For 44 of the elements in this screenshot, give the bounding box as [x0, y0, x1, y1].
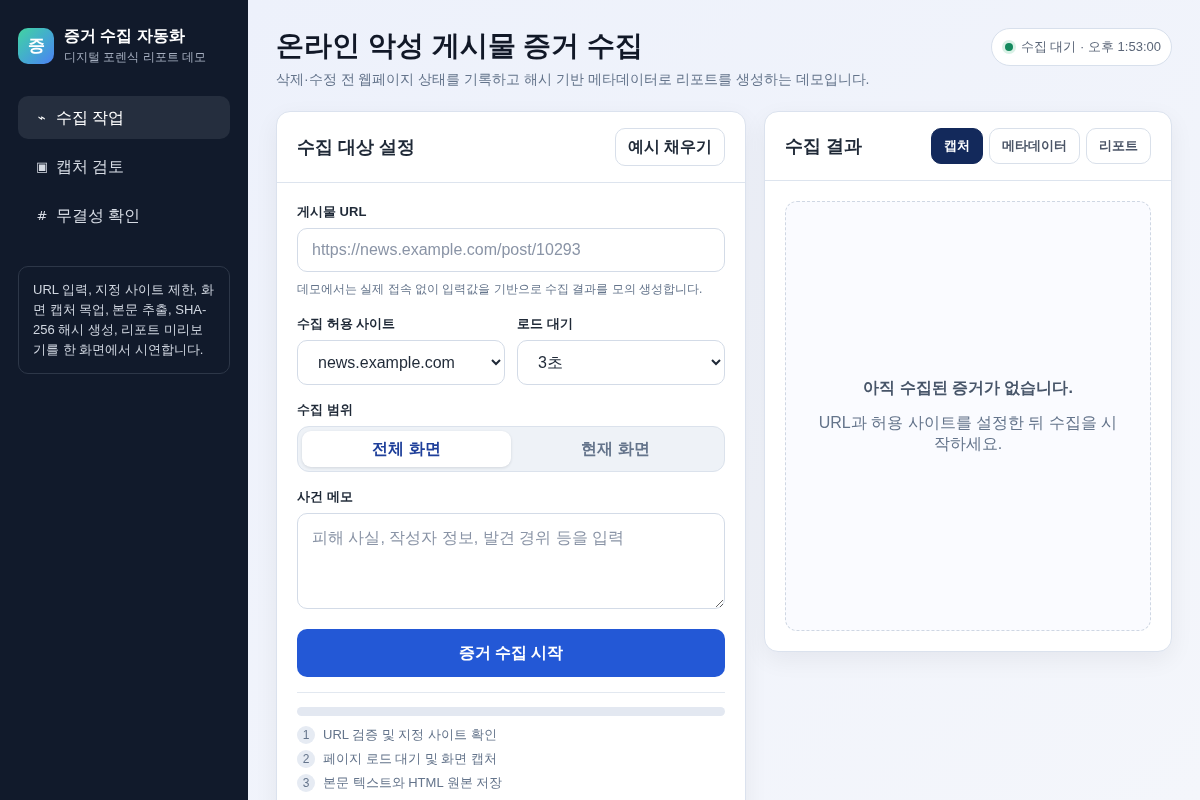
hash-icon: #: [36, 207, 48, 224]
nav-label: 캡처 검토: [56, 156, 125, 177]
result-tab[interactable]: 메타데이터: [989, 128, 1080, 164]
status-dot-icon: [1001, 40, 1016, 54]
field-label: 사건 메모: [297, 488, 354, 505]
app-title: 증거 수집 자동화: [64, 26, 186, 46]
start-collection-button[interactable]: 증거 수집 시작: [297, 629, 725, 677]
step-text: 본문 텍스트와 HTML 원본 저장: [323, 774, 503, 792]
status-text: 수집 대기 · 오후 1:53:00: [1020, 39, 1161, 55]
card-title: 수집 대상 설정: [297, 136, 415, 159]
help-text: 데모에서는 실제 접속 없이 입력값을 기반으로 수집 결과를 모의 생성합니다.: [297, 281, 704, 297]
field-label: 수집 허용 사이트: [297, 315, 397, 332]
nav-item[interactable]: ⌁ 수집 작업: [18, 96, 230, 139]
app-logo: 증: [18, 27, 54, 64]
scope-option[interactable]: 현재 화면: [511, 431, 720, 467]
card-title: 수집 결과: [785, 135, 862, 158]
field-label: 게시물 URL: [297, 203, 368, 220]
page-subtitle: 삭제·수정 전 웹페이지 상태를 기록하고 해시 기반 메타데이터로 리포트를 생성하는 데모입니다.: [276, 70, 870, 89]
fill-example-button[interactable]: 예시 채우기: [614, 128, 725, 166]
field-label: 수집 범위: [297, 401, 354, 418]
step-text: URL 검증 및 지정 사이트 확인: [323, 726, 497, 744]
scope-option[interactable]: 전체 화면: [302, 431, 511, 467]
field-label: 로드 대기: [517, 315, 574, 332]
empty-state-title: 아직 수집된 증거가 없습니다.: [863, 378, 1073, 398]
empty-state-message: URL과 허용 사이트를 설정한 뒤 수집을 시작하세요.: [818, 413, 1118, 454]
page-title: 온라인 악성 게시물 증거 수집: [276, 29, 645, 63]
step-number: 2: [297, 750, 315, 768]
nav-label: 수집 작업: [56, 107, 125, 128]
nav-item[interactable]: # 무결성 확인: [18, 194, 230, 237]
result-tab[interactable]: 리포트: [1086, 128, 1151, 164]
result-tab[interactable]: 캡처: [931, 128, 983, 164]
nav-item[interactable]: ▣ 캡처 검토: [18, 145, 230, 188]
step-number: 1: [297, 726, 315, 744]
url-input[interactable]: https://news.example.com/post/10293: [297, 228, 725, 272]
wait-select[interactable]: 3초: [517, 340, 725, 385]
memo-textarea[interactable]: 피해 사실, 작성자 정보, 발견 경위 등을 입력: [297, 513, 725, 609]
square-icon: ▣: [36, 158, 48, 175]
info-note: URL 입력, 지정 사이트 제한, 화면 캡처 목업, 본문 추출, SHA-256 해시 생성, 리포트 미리보기를 한 화면에서 시연합니다.: [18, 266, 230, 374]
zigzag-icon: ⌁: [36, 109, 48, 126]
step-number: 3: [297, 774, 315, 792]
nav-label: 무결성 확인: [56, 205, 141, 226]
site-select[interactable]: news.example.com: [297, 340, 505, 385]
step-text: 페이지 로드 대기 및 화면 캡처: [323, 750, 498, 768]
app-subtitle: 디지털 포렌식 리포트 데모: [64, 49, 206, 65]
